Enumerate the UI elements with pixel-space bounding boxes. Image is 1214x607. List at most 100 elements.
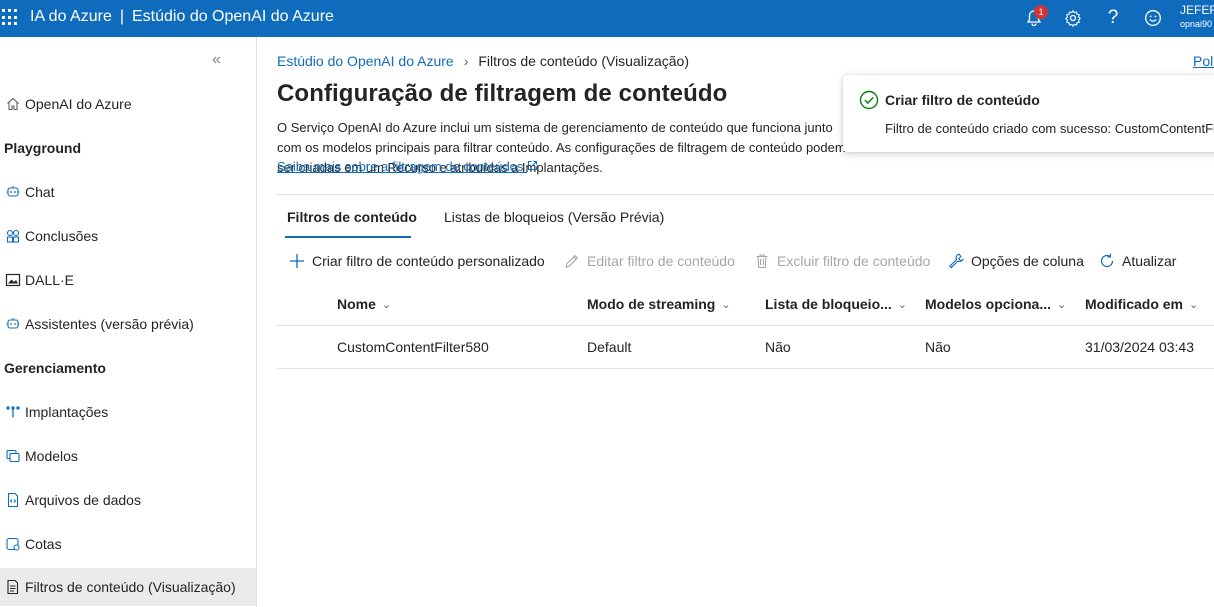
chevron-down-icon: ⌄ bbox=[1189, 298, 1199, 311]
refresh-label: Atualizar bbox=[1122, 253, 1177, 269]
gear-icon bbox=[1064, 9, 1082, 27]
brand-separator: | bbox=[119, 8, 124, 25]
create-filter-button[interactable]: Criar filtro de conteúdo personalizado bbox=[288, 251, 545, 271]
sidebar-item-label: OpenAI do Azure bbox=[25, 96, 132, 112]
app-launcher-icon[interactable] bbox=[2, 9, 19, 26]
column-header-modified[interactable]: Modificado em ⌄ bbox=[1085, 296, 1198, 312]
learn-more-link[interactable]: Saiba mais sobre a filtragem de conteúdo… bbox=[277, 159, 538, 174]
column-header-label: Nome bbox=[337, 296, 376, 312]
quotas-icon bbox=[6, 537, 20, 551]
toast-title: Criar filtro de conteúdo bbox=[885, 92, 1040, 108]
learn-more-label: Saiba mais sobre a filtragem de conteúdo… bbox=[277, 159, 524, 174]
user-tenant: opnai90 bbox=[1180, 19, 1213, 29]
toast-message: Filtro de conteúdo criado com sucesso: C… bbox=[885, 121, 1214, 136]
sidebar-item-data-files[interactable]: Arquivos de dados bbox=[0, 480, 256, 520]
page-title: Configuração de filtragem de conteúdo bbox=[277, 80, 728, 107]
delete-filter-button[interactable]: Excluir filtro de conteúdo bbox=[753, 251, 930, 271]
notifications-button[interactable]: 1 bbox=[1022, 5, 1048, 30]
tab-content-filters[interactable]: Filtros de conteúdo bbox=[287, 209, 417, 225]
success-toast: Criar filtro de conteúdo Filtro de conte… bbox=[843, 75, 1214, 152]
chevron-down-icon: ⌄ bbox=[897, 298, 908, 311]
sidebar-item-label: DALL·E bbox=[25, 272, 75, 288]
column-header-streaming-mode[interactable]: Modo de streaming ⌄ bbox=[587, 296, 731, 312]
table-cell-modified: 31/03/2024 03:43 bbox=[1085, 339, 1194, 355]
tab-blocklists[interactable]: Listas de bloqueios (Versão Prévia) bbox=[444, 209, 664, 225]
sidebar-item-deployments[interactable]: Implantações bbox=[0, 392, 256, 432]
delete-filter-label: Excluir filtro de conteúdo bbox=[777, 253, 931, 269]
content-filter-icon bbox=[7, 579, 19, 595]
app-name: IA do Azure bbox=[30, 8, 112, 25]
collapse-sidebar-icon[interactable]: « bbox=[212, 51, 221, 69]
sidebar-item-label: Modelos bbox=[25, 448, 78, 464]
brand-title[interactable]: IA do Azure | Estúdio do OpenAI do Azure bbox=[30, 8, 334, 26]
chevron-down-icon: ⌄ bbox=[381, 298, 392, 311]
breadcrumb-current: Filtros de conteúdo (Visualização) bbox=[478, 53, 689, 69]
table-row-divider bbox=[277, 368, 1214, 369]
breadcrumb: Estúdio do OpenAI do Azure › Filtros de … bbox=[277, 53, 689, 69]
column-header-label: Modelos opciona... bbox=[925, 296, 1052, 312]
sidebar-item-label: Chat bbox=[25, 184, 55, 200]
sidebar-item-assistants[interactable]: Assistentes (versão prévia) bbox=[0, 304, 256, 344]
table-cell-name[interactable]: CustomContentFilter580 bbox=[337, 339, 489, 355]
settings-button[interactable] bbox=[1061, 6, 1085, 30]
edit-filter-label: Editar filtro de conteúdo bbox=[587, 253, 735, 269]
table-cell-blocklist: Não bbox=[765, 339, 791, 355]
column-header-optional-models[interactable]: Modelos opciona... ⌄ bbox=[925, 296, 1066, 312]
sidebar-group-management: Gerenciamento bbox=[4, 360, 106, 376]
sidebar-item-label: Filtros de conteúdo (Visualização) bbox=[25, 579, 236, 595]
pencil-icon bbox=[565, 254, 579, 268]
sidebar-item-chat[interactable]: Chat bbox=[0, 172, 256, 212]
sidebar-item-label: Conclusões bbox=[25, 228, 99, 244]
smiley-icon bbox=[1145, 10, 1161, 26]
column-header-label: Modo de streaming bbox=[587, 296, 716, 312]
notification-badge: 1 bbox=[1034, 5, 1048, 19]
policy-link[interactable]: Poli bbox=[1193, 53, 1214, 69]
data-files-icon bbox=[7, 492, 19, 508]
sidebar-item-content-filters[interactable]: Filtros de conteúdo (Visualização) bbox=[0, 568, 256, 606]
chevron-down-icon: ⌄ bbox=[1057, 298, 1067, 311]
top-bar: IA do Azure | Estúdio do OpenAI do Azure 1… bbox=[0, 0, 1214, 37]
sidebar-item-label: Assistentes (versão prévia) bbox=[25, 316, 194, 332]
sidebar-item-label: Implantações bbox=[25, 404, 109, 420]
assistant-icon bbox=[6, 318, 20, 329]
create-filter-label: Criar filtro de conteúdo personalizado bbox=[312, 253, 545, 269]
help-icon: ? bbox=[1107, 7, 1119, 28]
models-icon bbox=[6, 449, 20, 463]
sidebar-item-completions[interactable]: Conclusões bbox=[0, 216, 256, 256]
user-name: JEFERSON bbox=[1180, 3, 1214, 17]
sidebar-item-label: Cotas bbox=[25, 536, 62, 552]
table-cell-optional-models: Não bbox=[925, 339, 951, 355]
chevron-down-icon: ⌄ bbox=[721, 298, 731, 311]
column-header-label: Lista de bloqueio... bbox=[765, 296, 892, 312]
sidebar: « OpenAI do Azure Playground Chat Conclu… bbox=[0, 37, 257, 607]
sidebar-item-dalle[interactable]: DALL·E bbox=[0, 260, 256, 300]
column-options-label: Opções de coluna bbox=[971, 253, 1084, 269]
column-header-name[interactable]: Nome ⌄ bbox=[337, 296, 391, 312]
table-cell-streaming-mode: Default bbox=[587, 339, 632, 355]
plus-icon bbox=[290, 254, 304, 268]
refresh-icon bbox=[1100, 253, 1114, 268]
home-icon bbox=[7, 97, 19, 111]
refresh-button[interactable]: Atualizar bbox=[1098, 251, 1176, 271]
image-icon bbox=[5, 273, 21, 287]
user-account[interactable]: JEFERSON opnai90 bbox=[1180, 3, 1214, 31]
trash-icon bbox=[756, 254, 768, 269]
deployments-icon bbox=[6, 406, 20, 418]
active-tab-indicator bbox=[285, 236, 411, 238]
checkmark-circle-icon bbox=[859, 90, 879, 110]
edit-filter-button[interactable]: Editar filtro de conteúdo bbox=[563, 251, 735, 271]
breadcrumb-root-link[interactable]: Estúdio do OpenAI do Azure bbox=[277, 53, 454, 69]
sidebar-item-openai[interactable]: OpenAI do Azure bbox=[0, 84, 256, 124]
sidebar-item-quotas[interactable]: Cotas bbox=[0, 524, 256, 564]
column-options-button[interactable]: Opções de coluna bbox=[947, 251, 1084, 271]
studio-name: Estúdio do OpenAI do Azure bbox=[132, 8, 334, 25]
breadcrumb-chevron-icon: › bbox=[463, 53, 469, 69]
help-button[interactable]: ? bbox=[1101, 6, 1125, 30]
column-header-blocklist[interactable]: Lista de bloqueio... ⌄ bbox=[765, 296, 907, 312]
column-header-label: Modificado em bbox=[1085, 296, 1184, 312]
sidebar-item-models[interactable]: Modelos bbox=[0, 436, 256, 476]
chat-icon bbox=[6, 186, 20, 197]
sidebar-group-playground: Playground bbox=[4, 140, 82, 156]
sidebar-item-label: Arquivos de dados bbox=[25, 492, 141, 508]
feedback-button[interactable] bbox=[1141, 6, 1165, 30]
